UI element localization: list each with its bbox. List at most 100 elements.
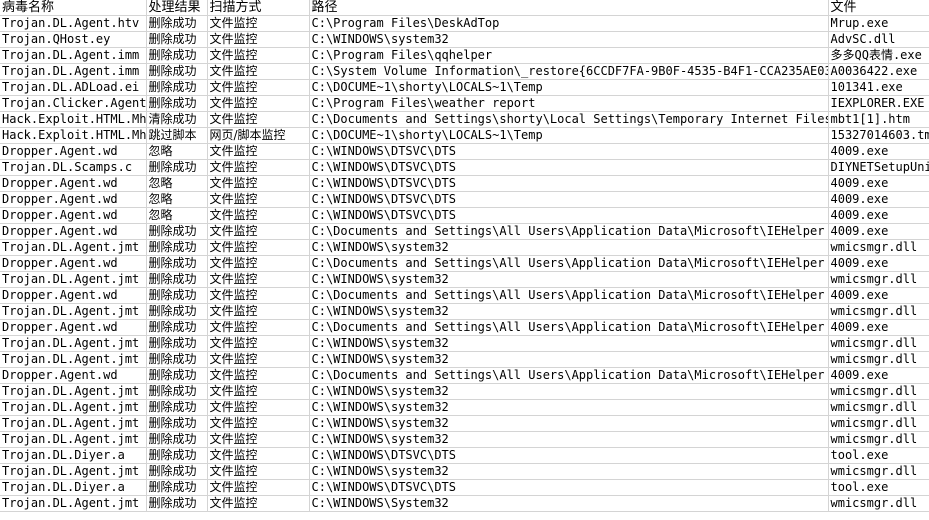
scan-method-cell[interactable]: 文件监控 <box>207 143 310 160</box>
file-cell[interactable]: 4009.exe <box>828 143 929 160</box>
scan-method-cell[interactable]: 文件监控 <box>207 399 310 416</box>
scan-method-cell[interactable]: 文件监控 <box>207 431 310 448</box>
result-cell[interactable]: 忽略 <box>146 207 208 224</box>
result-cell[interactable]: 忽略 <box>146 143 208 160</box>
virus-name-cell[interactable]: Trojan.DL.Scamps.c <box>0 159 147 176</box>
scan-method-cell[interactable]: 文件监控 <box>207 287 310 304</box>
path-cell[interactable]: C:\WINDOWS\DTSVC\DTS <box>309 175 829 192</box>
virus-name-cell[interactable]: Trojan.DL.Agent.jmt <box>0 383 147 400</box>
result-cell[interactable]: 删除成功 <box>146 479 208 496</box>
path-cell[interactable]: C:\WINDOWS\system32 <box>309 399 829 416</box>
header-path[interactable]: 路径 <box>309 0 829 16</box>
virus-name-cell[interactable]: Hack.Exploit.HTML.Mht <box>0 127 147 144</box>
file-cell[interactable]: AdvSC.dll <box>828 31 929 48</box>
path-cell[interactable]: C:\WINDOWS\system32 <box>309 351 829 368</box>
result-cell[interactable]: 删除成功 <box>146 495 208 512</box>
result-cell[interactable]: 删除成功 <box>146 399 208 416</box>
file-cell[interactable]: 4009.exe <box>828 255 929 272</box>
file-cell[interactable]: A0036422.exe <box>828 63 929 80</box>
file-cell[interactable]: 4009.exe <box>828 319 929 336</box>
file-cell[interactable]: 多多QQ表情.exe <box>828 47 929 64</box>
path-cell[interactable]: C:\Documents and Settings\shorty\Local S… <box>309 111 829 128</box>
result-cell[interactable]: 删除成功 <box>146 95 208 112</box>
result-cell[interactable]: 删除成功 <box>146 287 208 304</box>
virus-name-cell[interactable]: Trojan.DL.Agent.jmt <box>0 335 147 352</box>
virus-name-cell[interactable]: Dropper.Agent.wd <box>0 207 147 224</box>
scan-method-cell[interactable]: 文件监控 <box>207 319 310 336</box>
path-cell[interactable]: C:\WINDOWS\system32 <box>309 303 829 320</box>
scan-method-cell[interactable]: 文件监控 <box>207 63 310 80</box>
virus-name-cell[interactable]: Dropper.Agent.wd <box>0 319 147 336</box>
path-cell[interactable]: C:\Documents and Settings\All Users\Appl… <box>309 223 829 240</box>
scan-method-cell[interactable]: 文件监控 <box>207 111 310 128</box>
result-cell[interactable]: 删除成功 <box>146 463 208 480</box>
file-cell[interactable]: wmicsmgr.dll <box>828 383 929 400</box>
scan-method-cell[interactable]: 文件监控 <box>207 463 310 480</box>
file-cell[interactable]: 101341.exe <box>828 79 929 96</box>
path-cell[interactable]: C:\WINDOWS\system32 <box>309 31 829 48</box>
file-cell[interactable]: wmicsmgr.dll <box>828 399 929 416</box>
result-cell[interactable]: 忽略 <box>146 175 208 192</box>
result-cell[interactable]: 删除成功 <box>146 239 208 256</box>
path-cell[interactable]: C:\Program Files\weather report <box>309 95 829 112</box>
scan-method-cell[interactable]: 文件监控 <box>207 175 310 192</box>
scan-method-cell[interactable]: 文件监控 <box>207 447 310 464</box>
result-cell[interactable]: 删除成功 <box>146 335 208 352</box>
result-cell[interactable]: 删除成功 <box>146 63 208 80</box>
scan-method-cell[interactable]: 文件监控 <box>207 79 310 96</box>
virus-name-cell[interactable]: Trojan.Clicker.Agent. <box>0 95 147 112</box>
scan-method-cell[interactable]: 文件监控 <box>207 255 310 272</box>
file-cell[interactable]: wmicsmgr.dll <box>828 463 929 480</box>
virus-name-cell[interactable]: Trojan.DL.Agent.jmt <box>0 495 147 512</box>
file-cell[interactable]: mbt1[1].htm <box>828 111 929 128</box>
virus-name-cell[interactable]: Dropper.Agent.wd <box>0 143 147 160</box>
virus-name-cell[interactable]: Dropper.Agent.wd <box>0 255 147 272</box>
scan-method-cell[interactable]: 文件监控 <box>207 335 310 352</box>
path-cell[interactable]: C:\WINDOWS\DTSVC\DTS <box>309 479 829 496</box>
file-cell[interactable]: 4009.exe <box>828 287 929 304</box>
file-cell[interactable]: IEXPLORER.EXE <box>828 95 929 112</box>
virus-name-cell[interactable]: Trojan.QHost.ey <box>0 31 147 48</box>
virus-name-cell[interactable]: Trojan.DL.Diyer.a <box>0 479 147 496</box>
virus-name-cell[interactable]: Trojan.DL.Agent.jmt <box>0 399 147 416</box>
file-cell[interactable]: wmicsmgr.dll <box>828 495 929 512</box>
file-cell[interactable]: DIYNETSetupUninstall.exe <box>828 159 929 176</box>
file-cell[interactable]: tool.exe <box>828 447 929 464</box>
virus-name-cell[interactable]: Dropper.Agent.wd <box>0 223 147 240</box>
path-cell[interactable]: C:\WINDOWS\system32 <box>309 271 829 288</box>
virus-name-cell[interactable]: Dropper.Agent.wd <box>0 287 147 304</box>
result-cell[interactable]: 删除成功 <box>146 367 208 384</box>
scan-method-cell[interactable]: 文件监控 <box>207 15 310 32</box>
scan-method-cell[interactable]: 网页/脚本监控 <box>207 127 310 144</box>
virus-name-cell[interactable]: Trojan.DL.Agent.htv <box>0 15 147 32</box>
file-cell[interactable]: wmicsmgr.dll <box>828 415 929 432</box>
path-cell[interactable]: C:\WINDOWS\DTSVC\DTS <box>309 191 829 208</box>
virus-name-cell[interactable]: Trojan.DL.Agent.jmt <box>0 271 147 288</box>
result-cell[interactable]: 删除成功 <box>146 255 208 272</box>
result-cell[interactable]: 删除成功 <box>146 303 208 320</box>
path-cell[interactable]: C:\System Volume Information\_restore{6C… <box>309 63 829 80</box>
scan-method-cell[interactable]: 文件监控 <box>207 495 310 512</box>
scan-method-cell[interactable]: 文件监控 <box>207 207 310 224</box>
path-cell[interactable]: C:\WINDOWS\DTSVC\DTS <box>309 143 829 160</box>
path-cell[interactable]: C:\WINDOWS\system32 <box>309 239 829 256</box>
virus-name-cell[interactable]: Trojan.DL.Agent.jmt <box>0 431 147 448</box>
virus-name-cell[interactable]: Trojan.DL.Agent.jmt <box>0 303 147 320</box>
path-cell[interactable]: C:\WINDOWS\system32 <box>309 383 829 400</box>
path-cell[interactable]: C:\Documents and Settings\All Users\Appl… <box>309 367 829 384</box>
header-scan-method[interactable]: 扫描方式 <box>207 0 310 16</box>
result-cell[interactable]: 删除成功 <box>146 15 208 32</box>
path-cell[interactable]: C:\Program Files\DeskAdTop <box>309 15 829 32</box>
scan-method-cell[interactable]: 文件监控 <box>207 415 310 432</box>
scan-method-cell[interactable]: 文件监控 <box>207 239 310 256</box>
virus-name-cell[interactable]: Dropper.Agent.wd <box>0 191 147 208</box>
result-cell[interactable]: 清除成功 <box>146 111 208 128</box>
file-cell[interactable]: tool.exe <box>828 479 929 496</box>
path-cell[interactable]: C:\Documents and Settings\All Users\Appl… <box>309 319 829 336</box>
virus-name-cell[interactable]: Hack.Exploit.HTML.Mht <box>0 111 147 128</box>
file-cell[interactable]: wmicsmgr.dll <box>828 303 929 320</box>
scan-method-cell[interactable]: 文件监控 <box>207 95 310 112</box>
file-cell[interactable]: 15327014603.tmp <box>828 127 929 144</box>
scan-method-cell[interactable]: 文件监控 <box>207 271 310 288</box>
scan-method-cell[interactable]: 文件监控 <box>207 479 310 496</box>
